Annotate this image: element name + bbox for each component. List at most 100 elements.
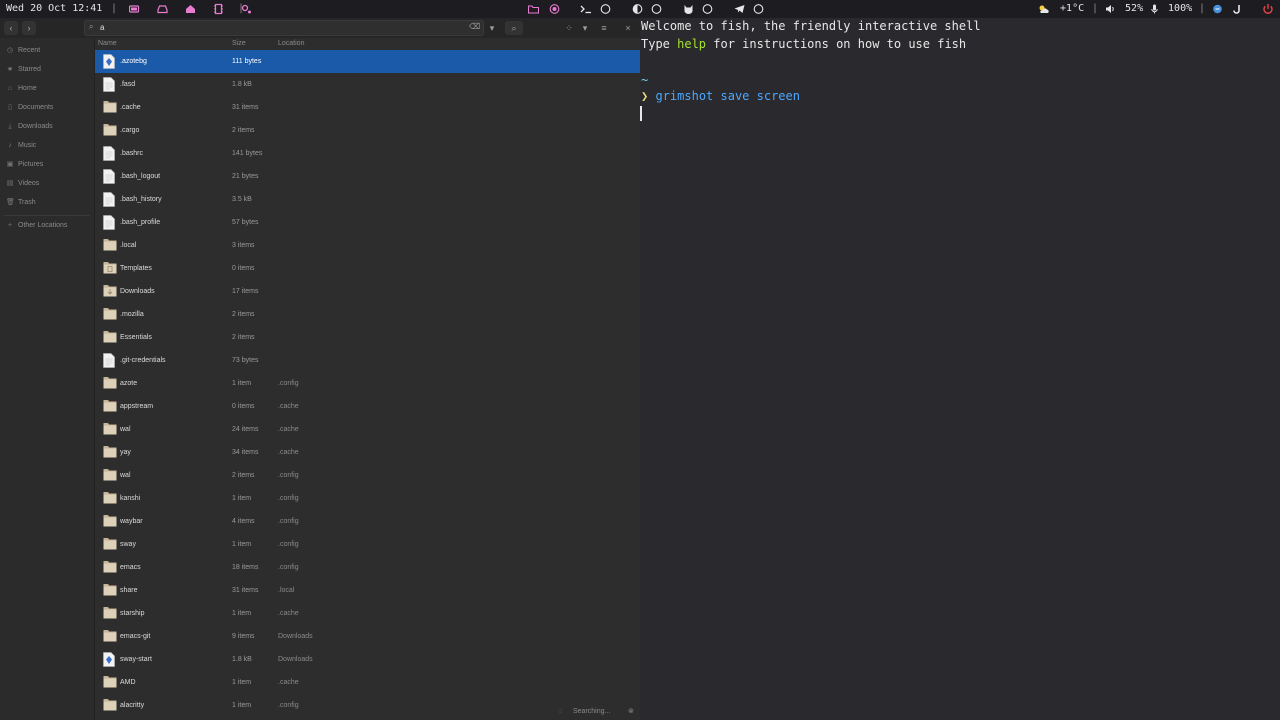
file-name: appstream (120, 403, 154, 410)
file-row[interactable]: starship 1 item .cache (95, 602, 640, 625)
sidebar-item-pictures[interactable]: ▣ Pictures (6, 157, 44, 173)
sidebar-item-other-locations[interactable]: + Other Locations (6, 218, 67, 234)
file-row[interactable]: .cargo 2 items (95, 119, 640, 142)
battery-icon[interactable] (128, 0, 140, 18)
drive-icon[interactable] (156, 0, 168, 18)
grid-view-icon[interactable]: ⁘ (562, 21, 576, 35)
separator: | (1199, 3, 1206, 14)
downloads-folder-icon (103, 284, 117, 299)
home-icon[interactable] (184, 0, 196, 18)
file-location: Downloads (278, 633, 313, 640)
circle-icon[interactable] (650, 0, 662, 18)
folder-icon (103, 399, 117, 414)
column-header-location[interactable]: Location (278, 40, 304, 47)
folder-icon[interactable] (527, 0, 539, 18)
file-row[interactable]: Downloads 17 items (95, 280, 640, 303)
file-row[interactable]: wal 2 items .config (95, 464, 640, 487)
back-button[interactable]: ‹ (4, 21, 18, 35)
sidebar-item-music[interactable]: ♪ Music (6, 138, 36, 154)
file-name: Essentials (120, 334, 152, 341)
file-location: .cache (278, 449, 299, 456)
file-size: 1 item (232, 702, 252, 709)
home-icon: ⌂ (7, 85, 13, 92)
mic-widget[interactable]: 100% (1148, 0, 1192, 18)
file-name: .bash_history (120, 196, 162, 203)
text-file-icon (103, 192, 115, 207)
folder-icon (103, 123, 117, 138)
file-row[interactable]: .bash_history 3.5 kB (95, 188, 640, 211)
stop-search-icon[interactable]: ⊗ (628, 705, 634, 719)
file-row[interactable]: sway-start 1.8 kB Downloads (95, 648, 640, 671)
file-row[interactable]: yay 34 items .cache (95, 441, 640, 464)
file-row[interactable]: .bash_profile 57 bytes (95, 211, 640, 234)
power-widget[interactable] (1262, 0, 1274, 18)
search-bar[interactable]: ⌕ a ⌫ (84, 20, 484, 36)
file-manager-window: ‹ › ⌕ a ⌫ ▾ ⌕ ⁘ ▾ ≡ × ◷ Recent ★ Starred ⌂… (0, 18, 640, 720)
search-options-dropdown-icon[interactable]: ▾ (485, 21, 499, 35)
volume-widget[interactable]: 52% (1104, 0, 1143, 18)
close-icon[interactable]: × (621, 21, 635, 35)
forward-button[interactable]: › (22, 21, 36, 35)
file-row[interactable]: Essentials 2 items (95, 326, 640, 349)
chip-icon[interactable] (212, 0, 224, 18)
file-row[interactable]: AMD 1 item .cache (95, 671, 640, 694)
search-icon[interactable]: ⌕ (505, 21, 523, 35)
file-name: kanshi (120, 495, 141, 502)
file-row[interactable]: .fasd 1.8 kB (95, 73, 640, 96)
templates-folder-icon (103, 261, 117, 276)
terminal-window[interactable]: Welcome to fish, the friendly interactiv… (640, 18, 1280, 720)
half-moon-icon[interactable] (631, 0, 643, 18)
file-row[interactable]: wal 24 items .cache (95, 418, 640, 441)
file-row[interactable]: emacs-git 9 items Downloads (95, 625, 640, 648)
clear-search-icon[interactable]: ⌫ (469, 22, 480, 31)
file-row[interactable]: .git-credentials 73 bytes (95, 349, 640, 372)
file-name: AMD (120, 679, 136, 686)
circle-icon[interactable] (599, 0, 611, 18)
cat-icon[interactable] (682, 0, 694, 18)
file-name: wal (120, 472, 131, 479)
file-row[interactable]: appstream 0 items .cache (95, 395, 640, 418)
terminal-icon[interactable] (580, 0, 592, 18)
menu-icon[interactable]: ≡ (597, 21, 611, 35)
file-row[interactable]: .local 3 items (95, 234, 640, 257)
file-row[interactable]: azote 1 item .config (95, 372, 640, 395)
file-size: 1 item (232, 541, 252, 548)
column-header-size[interactable]: Size (232, 40, 246, 47)
file-row[interactable]: .cache 31 items (95, 96, 640, 119)
sidebar-item-trash[interactable]: 🗑 Trash (6, 195, 36, 211)
sidebar-item-starred[interactable]: ★ Starred (6, 62, 41, 78)
file-location: .cache (278, 403, 299, 410)
file-row[interactable]: emacs 18 items .config (95, 556, 640, 579)
folder-icon (103, 330, 117, 345)
file-row[interactable]: waybar 4 items .config (95, 510, 640, 533)
file-size: 2 items (232, 311, 255, 318)
sidebar-item-videos[interactable]: ▤ Videos (6, 176, 40, 192)
view-options-dropdown-icon[interactable]: ▾ (578, 21, 592, 35)
file-row[interactable]: Templates 0 items (95, 257, 640, 280)
file-row[interactable]: sway 1 item .config (95, 533, 640, 556)
file-row[interactable]: .bashrc 141 bytes (95, 142, 640, 165)
file-size: 1 item (232, 380, 252, 387)
circle-icon[interactable] (752, 0, 764, 18)
file-row[interactable]: .mozilla 2 items (95, 303, 640, 326)
header-bar: ‹ › ⌕ a ⌫ ▾ ⌕ ⁘ ▾ ≡ × (0, 18, 640, 38)
file-row[interactable]: share 31 items .local (95, 579, 640, 602)
sidebar-item-recent[interactable]: ◷ Recent (6, 43, 40, 59)
circle-icon[interactable] (701, 0, 713, 18)
j-icon[interactable] (1231, 0, 1243, 18)
record-icon[interactable] (548, 0, 560, 18)
file-row[interactable]: .azotebg 111 bytes (95, 50, 640, 73)
telegram-icon[interactable] (733, 0, 745, 18)
file-row[interactable]: .bash_logout 21 bytes (95, 165, 640, 188)
weather-widget[interactable]: +1°C (1038, 0, 1084, 18)
power-icon[interactable] (1262, 0, 1274, 18)
network-icon[interactable] (1211, 0, 1223, 18)
folder-icon (103, 238, 117, 253)
file-row[interactable]: kanshi 1 item .config (95, 487, 640, 510)
sidebar-item-downloads[interactable]: ⤓ Downloads (6, 119, 52, 135)
sidebar-item-documents[interactable]: ▯ Documents (6, 100, 53, 116)
sidebar-item-home[interactable]: ⌂ Home (6, 81, 37, 97)
column-header-name[interactable]: Name (98, 40, 117, 47)
search-input[interactable]: a (100, 23, 104, 32)
folder-icon (103, 583, 117, 598)
